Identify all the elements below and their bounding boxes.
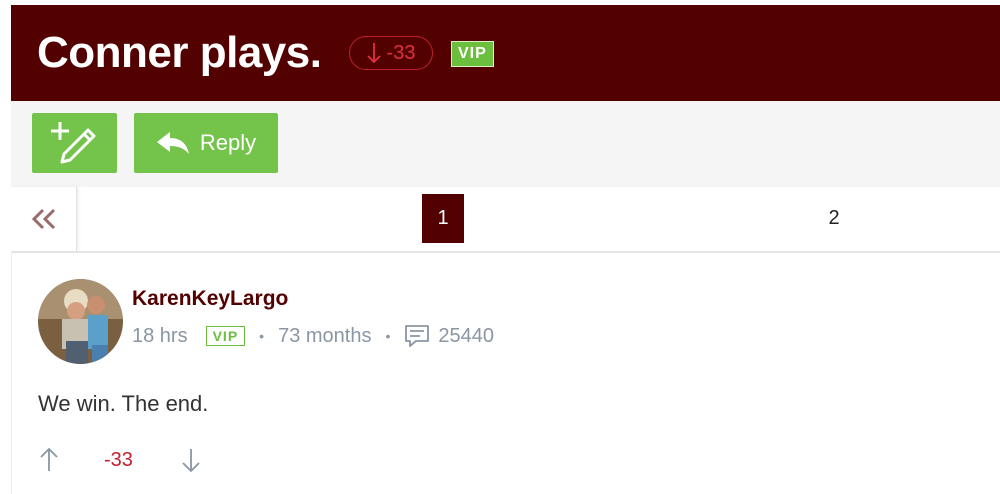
avatar[interactable] [38, 279, 123, 364]
pencil-plus-icon [50, 122, 95, 164]
membership-duration: 73 months [278, 324, 372, 347]
vip-badge: VIP [205, 326, 246, 346]
post-count: 25440 [438, 324, 494, 347]
new-post-button[interactable] [32, 113, 117, 173]
arrow-up-icon [40, 447, 58, 471]
post-body: We win. The end. [38, 391, 209, 416]
thread-header: Conner plays. -33 VIP [11, 5, 1000, 101]
upvote-button[interactable] [38, 447, 60, 478]
first-page-button[interactable] [11, 187, 77, 251]
thread-score-badge: -33 [349, 36, 433, 70]
reply-button[interactable]: Reply [134, 113, 278, 173]
page-1-button[interactable]: 1 [422, 194, 464, 243]
post-score: -33 [104, 449, 133, 471]
reply-label: Reply [199, 130, 257, 155]
thread-title: Conner plays. [37, 28, 322, 77]
post-vote-controls: -33 [38, 445, 238, 479]
separator: • [259, 328, 265, 344]
reply-arrow-icon [156, 132, 189, 154]
post: KarenKeyLargo 18 hrs VIP • 73 months • 2… [11, 253, 1000, 494]
thread-toolbar: Reply [11, 101, 1000, 188]
page-2-button[interactable]: 2 [821, 194, 847, 243]
username[interactable]: KarenKeyLargo [132, 287, 288, 311]
vip-badge: VIP [451, 41, 494, 67]
arrow-down-icon [366, 43, 381, 64]
comment-icon [404, 323, 430, 349]
downvote-button[interactable] [180, 447, 202, 478]
pagination: 1 2 [11, 187, 1000, 253]
arrow-down-icon [182, 449, 200, 473]
post-time: 18 hrs [132, 324, 188, 347]
double-chevron-left-icon [31, 208, 55, 230]
separator: • [385, 328, 391, 344]
post-meta: 18 hrs VIP • 73 months • 25440 [132, 321, 494, 351]
thread-score: -33 [386, 41, 416, 64]
